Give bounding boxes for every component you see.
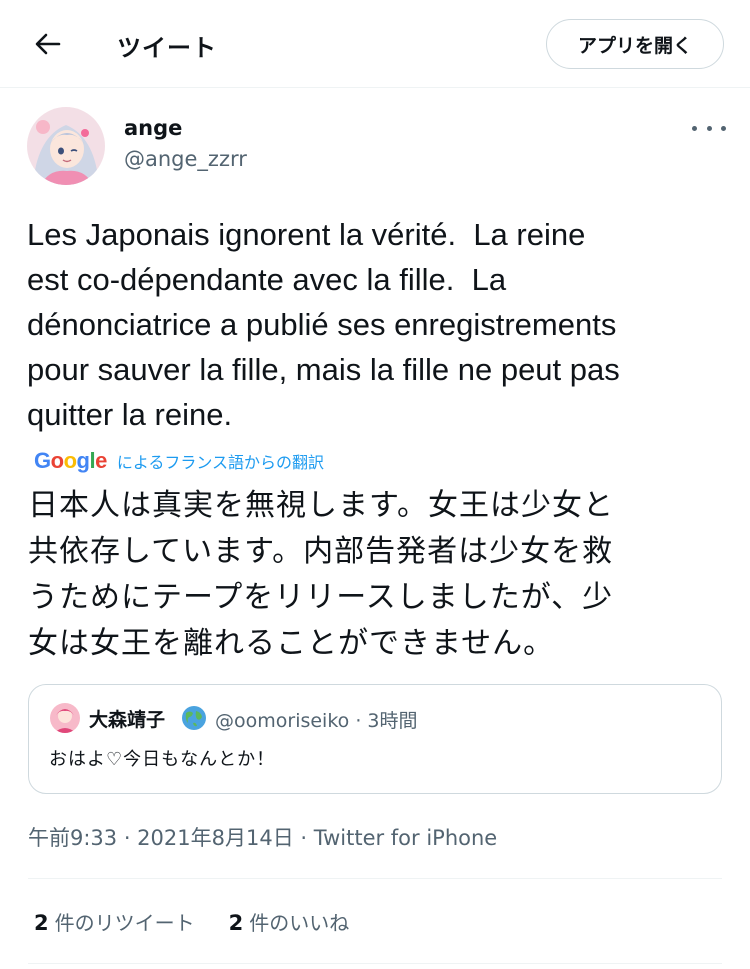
tweet-text: Les Japonais ignorent la vérité. La rein… bbox=[27, 217, 620, 432]
retweets-count: 2 bbox=[34, 911, 49, 935]
likes-label: 件のいいね bbox=[249, 911, 350, 935]
quoted-tweet-text: おはよ♡今日もなんとか！ bbox=[49, 749, 276, 770]
retweets-label: 件のリツイート bbox=[54, 911, 195, 935]
globe-icon bbox=[181, 705, 207, 731]
dot bbox=[692, 125, 697, 131]
quoted-author-avatar bbox=[50, 703, 80, 733]
author-avatar[interactable] bbox=[27, 107, 105, 185]
quoted-tweet-card[interactable]: 大森靖子 @oomoriseiko · 3時間 おはよ♡今日もなんとか！ bbox=[28, 684, 722, 794]
author-display-name[interactable]: ange bbox=[124, 116, 182, 140]
translated-line: 日本人は真実を無視します。女王は少女と bbox=[28, 488, 614, 523]
quoted-display-name: 大森靖子 bbox=[89, 709, 166, 731]
page-title: ツイート bbox=[117, 34, 217, 62]
author-handle[interactable]: @ange_zzrr bbox=[124, 147, 247, 171]
divider bbox=[28, 963, 722, 964]
retweets-stat[interactable]: 2 件のリツイート bbox=[34, 907, 195, 936]
likes-stat[interactable]: 2 件のいいね bbox=[229, 907, 350, 936]
translated-text: 日本人は真実を無視します。女王は少女と 共依存しています。内部告発者は少女を救 … bbox=[28, 483, 728, 667]
more-options-icon[interactable] bbox=[692, 118, 726, 138]
quoted-handle-time: @oomoriseiko · 3時間 bbox=[215, 710, 418, 732]
open-app-button[interactable]: アプリを開く bbox=[546, 19, 724, 69]
translated-line: 共依存しています。内部告発者は少女を救 bbox=[28, 534, 614, 569]
dot bbox=[721, 125, 726, 131]
google-logo: Google bbox=[34, 448, 107, 473]
dot bbox=[706, 125, 712, 131]
translated-line: 女は女王を離れることができません。 bbox=[28, 626, 555, 661]
likes-count: 2 bbox=[228, 911, 244, 935]
translated-line: うためにテープをリリースしましたが、少 bbox=[28, 580, 614, 615]
translation-attribution: Google によるフランス語からの翻訳 bbox=[34, 448, 324, 474]
top-app-bar: ツイート アプリを開く bbox=[0, 0, 750, 88]
divider bbox=[28, 878, 722, 879]
tweet-timestamp[interactable]: 午前9:33 · 2021年8月14日 · Twitter for iPhone bbox=[28, 822, 497, 852]
engagement-stats: 2 件のリツイート 2 件のいいね bbox=[34, 907, 349, 936]
back-arrow-icon[interactable] bbox=[30, 26, 66, 62]
translation-label[interactable]: によるフランス語からの翻訳 bbox=[117, 449, 324, 473]
